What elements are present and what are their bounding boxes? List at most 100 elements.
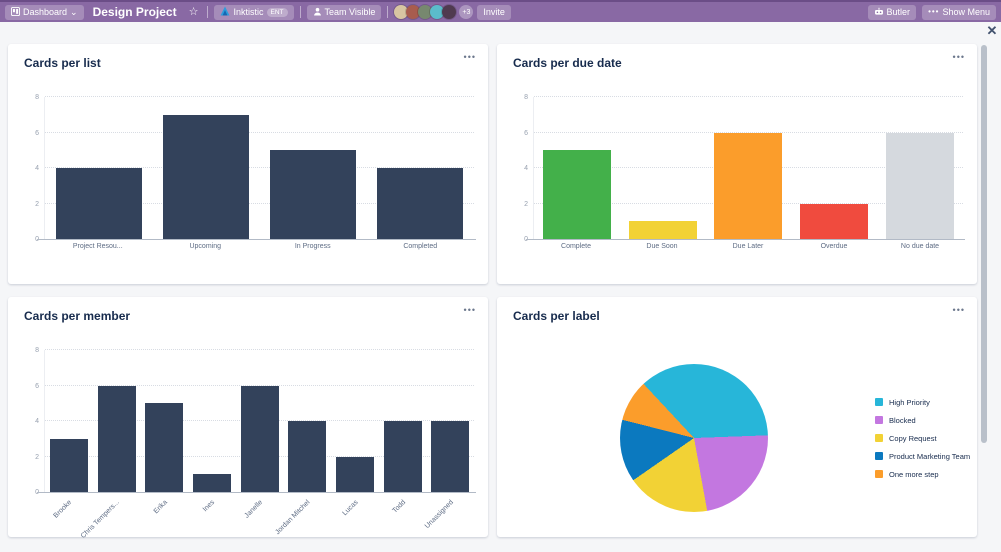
x-label-slot: Completed	[367, 243, 475, 250]
divider	[387, 6, 388, 18]
x-label-slot: Upcoming	[152, 243, 260, 250]
bar-Janelle	[241, 386, 279, 493]
legend-swatch	[875, 470, 883, 478]
x-axis-label: No due date	[901, 243, 939, 250]
bar-Project Resou...	[56, 168, 142, 239]
x-axis-label: Completed	[403, 243, 437, 250]
ellipsis-icon: •••	[928, 8, 939, 16]
card-overflow-menu-icon[interactable]: •••	[462, 50, 478, 64]
card-overflow-menu-icon[interactable]: •••	[462, 303, 478, 317]
bar-slot	[283, 350, 331, 492]
x-axis-label: Due Soon	[646, 243, 677, 250]
bar-Due Later	[714, 133, 782, 240]
x-axis-line	[37, 492, 476, 493]
visibility-button[interactable]: Team Visible	[307, 5, 382, 20]
bar-slot	[534, 97, 620, 239]
bar-Jordan Mitchel	[288, 421, 326, 492]
workspace-button[interactable]: Inktistic ENT	[214, 5, 293, 20]
bar-slot	[877, 97, 963, 239]
team-visible-icon	[313, 7, 322, 18]
bar-Due Soon	[629, 221, 697, 239]
butler-label: Butler	[887, 7, 911, 17]
show-menu-label: Show Menu	[942, 7, 990, 17]
x-axis-label: Project Resou...	[73, 243, 123, 250]
avatar-overflow-badge[interactable]: +3	[459, 5, 473, 19]
bar-Complete	[543, 150, 611, 239]
x-axis-label: Brooke	[52, 499, 73, 520]
x-axis-label: Jordan Mitchel	[275, 499, 312, 536]
bar-Unassigned	[431, 421, 469, 492]
chart-title: Cards per label	[513, 309, 600, 323]
x-label-slot: No due date	[877, 243, 963, 250]
x-axis-label: Chris Tempers...	[80, 499, 121, 540]
legend-label: Blocked	[889, 416, 916, 425]
bars	[45, 97, 474, 239]
x-axis-label: Lucas	[341, 499, 359, 517]
bar-slot	[45, 350, 93, 492]
chart-title: Cards per member	[24, 309, 130, 323]
legend-label: High Priority	[889, 398, 930, 407]
x-axis-label: In Progress	[295, 243, 331, 250]
card-cards-per-label: Cards per label ••• High Priority Blocked…	[497, 297, 977, 537]
legend-item: High Priority	[875, 393, 970, 411]
bar-Completed	[377, 168, 463, 239]
bar-slot	[260, 97, 367, 239]
card-cards-per-member: Cards per member ••• 02468 Brooke Chris Te…	[8, 297, 488, 537]
y-tick-label: 0	[15, 489, 39, 496]
chart-title: Cards per list	[24, 56, 101, 70]
y-tick-label: 0	[504, 236, 528, 243]
show-menu-button[interactable]: ••• Show Menu	[922, 5, 996, 20]
bars	[45, 350, 474, 492]
card-overflow-menu-icon[interactable]: •••	[951, 303, 967, 317]
bar-slot	[188, 350, 236, 492]
y-tick-label: 8	[15, 347, 39, 354]
board-header: Dashboard ⌄ Design Project ☆ Inktistic E…	[0, 0, 1001, 22]
x-axis-label: Complete	[561, 243, 591, 250]
card-overflow-menu-icon[interactable]: •••	[951, 50, 967, 64]
divider	[300, 6, 301, 18]
y-tick-label: 8	[15, 94, 39, 101]
bar-chart-cards-per-due-date: 02468CompleteDue SoonDue LaterOverdueNo …	[497, 78, 977, 284]
legend-item: Copy Request	[875, 429, 970, 447]
y-tick-label: 4	[15, 165, 39, 172]
bar-Chris Tempers...	[98, 386, 136, 493]
x-axis-line	[526, 239, 965, 240]
bar-slot	[152, 97, 259, 239]
avatar[interactable]	[442, 5, 456, 19]
y-tick-label: 2	[15, 454, 39, 461]
legend-item: One more step	[875, 465, 970, 483]
chevron-down-icon: ⌄	[70, 7, 78, 18]
bar-Lucas	[336, 457, 374, 493]
invite-button[interactable]: Invite	[477, 5, 511, 20]
x-axis-label: Upcoming	[189, 243, 221, 250]
x-axis-labels: CompleteDue SoonDue LaterOverdueNo due d…	[533, 243, 963, 250]
star-icon[interactable]: ☆	[186, 4, 202, 20]
y-tick-label: 6	[504, 130, 528, 137]
visibility-label: Team Visible	[325, 7, 376, 17]
plot-area: 02468	[533, 97, 963, 239]
chart-title: Cards per due date	[513, 56, 622, 70]
x-axis-line	[37, 239, 476, 240]
y-tick-label: 6	[15, 130, 39, 137]
legend-label: Copy Request	[889, 434, 937, 443]
bar-Brooke	[50, 439, 88, 492]
bar-slot	[620, 97, 706, 239]
x-label-slot: Due Soon	[619, 243, 705, 250]
bar-slot	[379, 350, 427, 492]
x-label-slot: Project Resou...	[44, 243, 152, 250]
plot-area: 02468	[44, 97, 474, 239]
vertical-scrollbar[interactable]	[981, 45, 987, 443]
plot-area: 02468	[44, 350, 474, 492]
pie-graphic	[620, 364, 768, 512]
x-axis-label: Due Later	[733, 243, 764, 250]
y-tick-label: 6	[15, 383, 39, 390]
close-dashboard-icon[interactable]: ✕	[984, 23, 1000, 39]
board-grid-icon	[11, 7, 20, 18]
butler-button[interactable]: Butler	[868, 5, 917, 20]
bar-slot	[791, 97, 877, 239]
bar-slot	[45, 97, 152, 239]
dashboard-menu-button[interactable]: Dashboard ⌄	[5, 5, 84, 20]
bar-slot	[367, 97, 474, 239]
pie-legend: High PriorityBlockedCopy RequestProduct …	[875, 393, 970, 483]
board-title[interactable]: Design Project	[88, 5, 182, 19]
